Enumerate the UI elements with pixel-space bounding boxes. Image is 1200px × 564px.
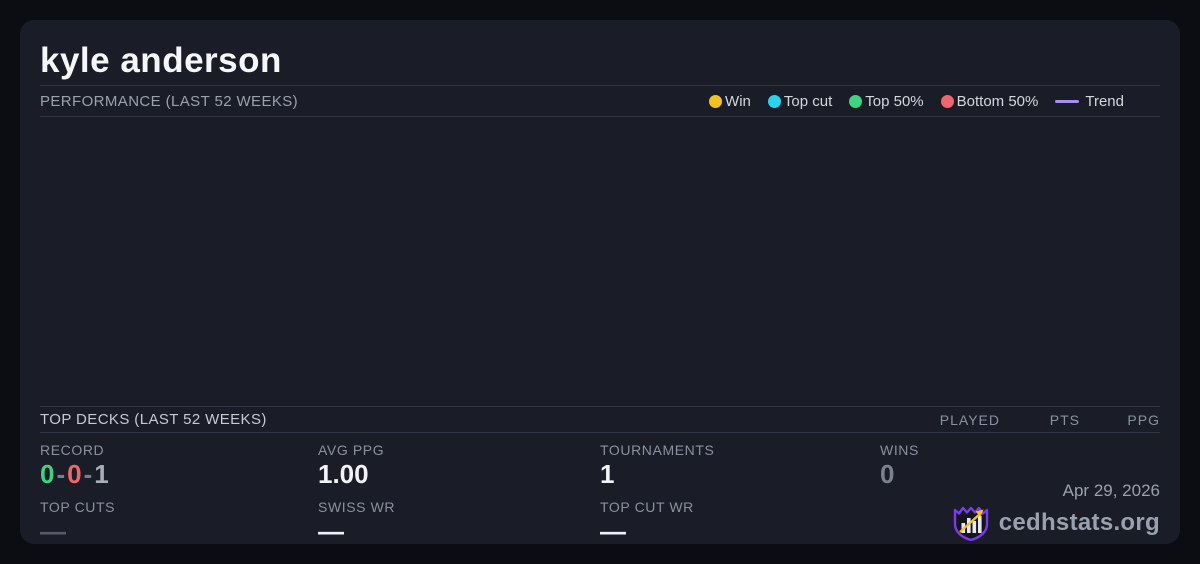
tournaments-value: 1: [600, 459, 880, 490]
legend-label: Top cut: [784, 93, 832, 110]
snapshot-date: Apr 29, 2026: [951, 481, 1160, 501]
legend-label: Trend: [1085, 93, 1124, 110]
avg-ppg-label: AVG PPG: [318, 442, 600, 458]
top-cuts-label: TOP CUTS: [40, 499, 318, 515]
record-draws: 1: [94, 459, 108, 490]
stat-column-3: TOURNAMENTS 1 TOP CUT WR —: [600, 433, 880, 548]
tournaments-label: TOURNAMENTS: [600, 442, 880, 458]
swiss-wr-value: —: [318, 516, 600, 547]
chart-legend: Win Top cut Top 50% Bottom 50% Trend: [709, 93, 1160, 110]
trend-line-icon: [1055, 100, 1079, 103]
top-decks-heading: TOP DECKS (LAST 52 WEEKS): [40, 411, 267, 428]
record-separator: -: [56, 459, 65, 490]
top-cut-wr-value: —: [600, 516, 880, 547]
stat-column-1: RECORD 0 - 0 - 1 TOP CUTS —: [40, 433, 318, 548]
record-losses: 0: [67, 459, 81, 490]
record-wins: 0: [40, 459, 54, 490]
wins-label: WINS: [880, 442, 1160, 458]
stat-column-2: AVG PPG 1.00 SWISS WR —: [318, 433, 600, 548]
performance-heading: PERFORMANCE (LAST 52 WEEKS): [40, 93, 298, 110]
brand-name: cedhstats.org: [999, 509, 1160, 537]
legend-item-top-50: Top 50%: [849, 93, 923, 110]
legend-label: Top 50%: [865, 93, 923, 110]
record-value: 0 - 0 - 1: [40, 459, 318, 490]
legend-label: Win: [725, 93, 751, 110]
page-title: kyle anderson: [40, 20, 1160, 85]
bottom-50-dot-icon: [941, 95, 954, 108]
legend-item-top-cut: Top cut: [768, 93, 832, 110]
legend-item-trend: Trend: [1055, 93, 1124, 110]
column-header-ppg: PPG: [1080, 412, 1160, 428]
record-label: RECORD: [40, 442, 318, 458]
card-footer: Apr 29, 2026 cedhstats.org: [951, 481, 1160, 540]
performance-header-row: PERFORMANCE (LAST 52 WEEKS) Win Top cut …: [40, 85, 1160, 117]
record-separator: -: [84, 459, 93, 490]
top-cut-dot-icon: [768, 95, 781, 108]
legend-label: Bottom 50%: [957, 93, 1039, 110]
top-50-dot-icon: [849, 95, 862, 108]
top-cuts-value: —: [40, 516, 318, 547]
top-decks-header-row: TOP DECKS (LAST 52 WEEKS) PLAYED PTS PPG: [40, 406, 1160, 433]
top-decks-column-headers: PLAYED PTS PPG: [920, 412, 1160, 428]
performance-chart: [40, 117, 1160, 406]
top-cut-wr-label: TOP CUT WR: [600, 499, 880, 515]
win-dot-icon: [709, 95, 722, 108]
column-header-pts: PTS: [1000, 412, 1080, 428]
player-stats-card: kyle anderson PERFORMANCE (LAST 52 WEEKS…: [20, 20, 1180, 544]
cedhstats-logo-icon: [951, 505, 991, 541]
swiss-wr-label: SWISS WR: [318, 499, 600, 515]
avg-ppg-value: 1.00: [318, 459, 600, 490]
column-header-played: PLAYED: [920, 412, 1000, 428]
legend-item-bottom-50: Bottom 50%: [941, 93, 1039, 110]
brand[interactable]: cedhstats.org: [951, 506, 1160, 540]
legend-item-win: Win: [709, 93, 751, 110]
